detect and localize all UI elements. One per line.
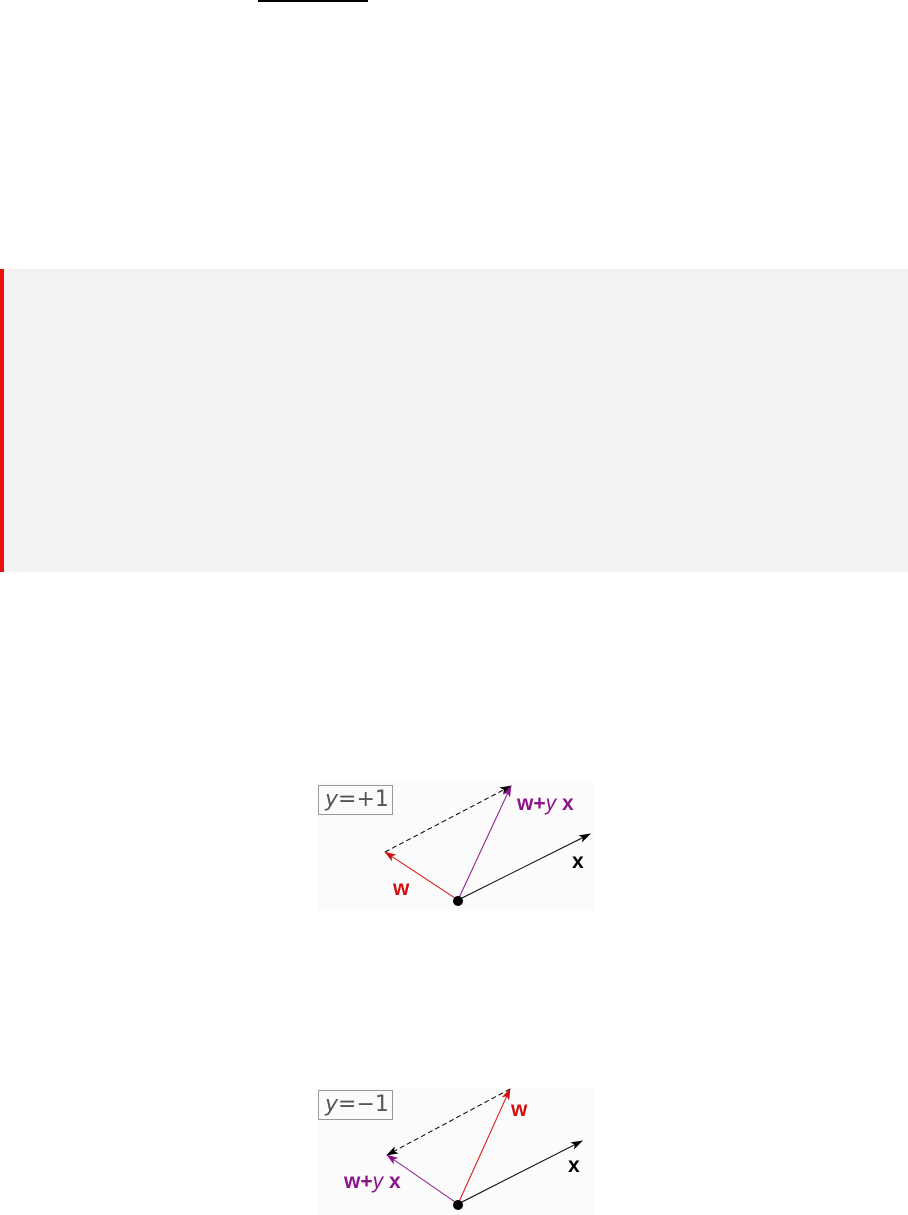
dashed-translation-line bbox=[386, 1088, 511, 1156]
origin-dot bbox=[453, 1200, 463, 1210]
callout-box bbox=[0, 269, 908, 572]
y-variable: y bbox=[325, 787, 339, 812]
x-vector-arrow bbox=[457, 1140, 583, 1205]
sum-label-part-a: w+ bbox=[344, 1170, 373, 1193]
x-label: x bbox=[572, 850, 584, 873]
y-label-box: y=−1 bbox=[318, 1090, 393, 1120]
y-label-box: y=+1 bbox=[318, 785, 393, 815]
x-label: x bbox=[568, 1154, 580, 1177]
sum-vector-label: w+y x bbox=[344, 1171, 401, 1192]
sum-label-part-b: x bbox=[556, 792, 574, 815]
sum-label-part-a: w+ bbox=[517, 792, 546, 815]
top-rule bbox=[258, 0, 368, 2]
sum-label-variable: y bbox=[545, 792, 557, 815]
origin-dot bbox=[453, 896, 463, 906]
w-label: w bbox=[393, 877, 410, 900]
dashed-translation-line bbox=[384, 785, 512, 853]
sum-vector-arrow bbox=[457, 785, 512, 901]
w-label: w bbox=[511, 1098, 528, 1121]
sum-label-part-b: x bbox=[383, 1170, 401, 1193]
perceptron-update-figure-negative: y=−1 w w+y x x bbox=[318, 1087, 594, 1215]
y-value: =+1 bbox=[338, 787, 389, 812]
w-vector-arrow bbox=[457, 1088, 511, 1205]
y-value: =−1 bbox=[338, 1092, 389, 1117]
x-vector-arrow bbox=[457, 833, 591, 901]
sum-label-variable: y bbox=[372, 1170, 384, 1193]
perceptron-update-figure-positive: y=+1 w w+y x x bbox=[318, 782, 594, 910]
sum-vector-label: w+y x bbox=[517, 793, 574, 814]
y-variable: y bbox=[325, 1092, 339, 1117]
